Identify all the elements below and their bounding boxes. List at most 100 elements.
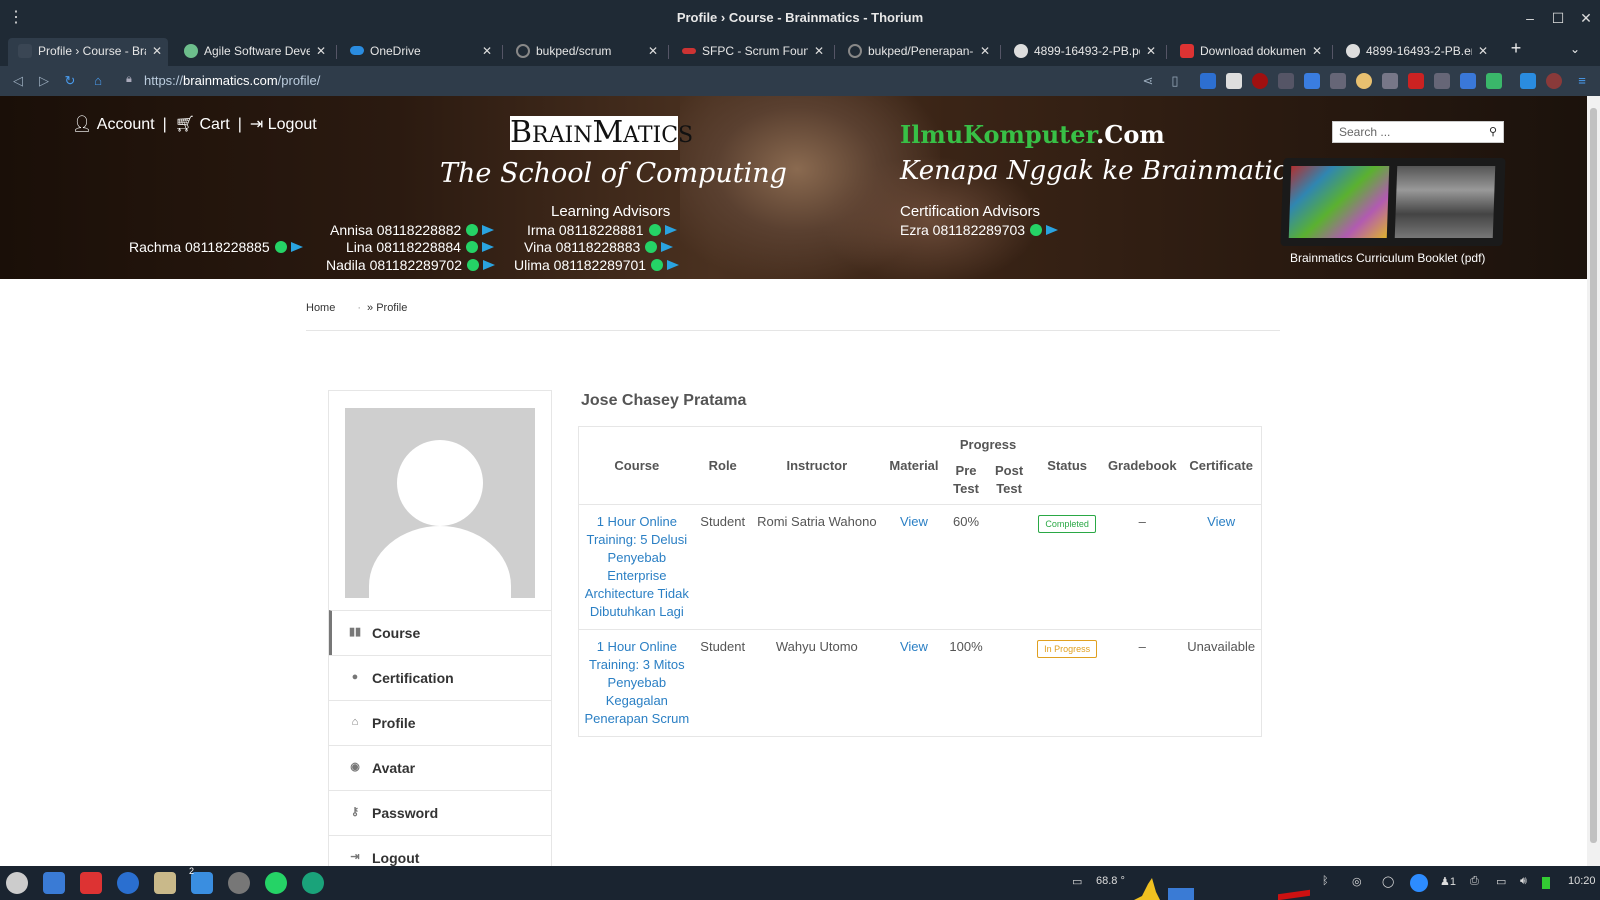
profile-avatar-icon[interactable] <box>1546 73 1562 89</box>
close-window-icon[interactable]: ✕ <box>1576 8 1596 28</box>
globe-icon <box>1014 44 1028 58</box>
search-icon[interactable]: ⚲ <box>1489 125 1497 138</box>
forward-icon[interactable]: ▷ <box>34 71 54 91</box>
sidebar-item-avatar[interactable]: ◉ Avatar <box>329 745 551 790</box>
lock-icon: 🔒︎ <box>126 73 132 85</box>
advisor-annisa: Annisa 08118228882 <box>330 222 495 238</box>
flask-icon[interactable] <box>1486 73 1502 89</box>
tab-profile-course[interactable]: Profile › Course - Brain ✕ <box>8 38 168 66</box>
certificate-icon: ● <box>351 671 359 683</box>
sidebar-item-password[interactable]: ⚷ Password <box>329 790 551 835</box>
header-course: Course <box>614 458 660 473</box>
globe-icon <box>1346 44 1360 58</box>
document-viewer-icon[interactable] <box>80 872 102 894</box>
close-tab-icon[interactable]: ✕ <box>1146 38 1156 64</box>
close-tab-icon[interactable]: ✕ <box>152 38 162 64</box>
new-tab-icon[interactable]: + <box>1506 38 1526 59</box>
avatar-body <box>369 526 511 598</box>
tab-list-chevron-icon[interactable]: ⌄ <box>1570 42 1580 56</box>
page-scrollbar[interactable] <box>1587 96 1600 866</box>
cart-link[interactable]: 🛒︎ Cart <box>175 114 230 134</box>
network-icon[interactable]: ◎ <box>1352 875 1362 888</box>
tab-sfpc[interactable]: SFPC - Scrum Foundatio ✕ <box>672 38 830 66</box>
account-link[interactable]: 👤︎ Account <box>72 114 155 134</box>
notification-icon[interactable]: ♟1 <box>1440 875 1456 888</box>
battery-icon[interactable] <box>1542 877 1550 889</box>
scrollbar-thumb[interactable] <box>1590 108 1597 843</box>
booklet-link[interactable]: Brainmatics Curriculum Booklet (pdf) <box>1290 251 1485 265</box>
header-pre-test: Pre Test <box>953 463 979 496</box>
header-progress: Progress <box>959 437 1017 452</box>
certificate-view-link[interactable]: View <box>1207 514 1235 529</box>
extension-icon[interactable] <box>1434 73 1450 89</box>
mendeley-icon[interactable] <box>1408 73 1424 89</box>
close-tab-icon[interactable]: ✕ <box>814 38 824 64</box>
maximize-icon[interactable]: ☐ <box>1548 8 1568 28</box>
home-icon[interactable]: ⌂ <box>88 71 108 91</box>
ublock-icon[interactable] <box>1252 73 1268 89</box>
sidebar-icon[interactable] <box>1520 73 1536 89</box>
volume-icon[interactable]: 🔊︎ <box>1520 875 1527 888</box>
tab-bukped-penerapan[interactable]: bukped/Penerapan-Met ✕ <box>838 38 996 66</box>
tab-pdf-1[interactable]: 4899-16493-2-PB.pdf ✕ <box>1004 38 1162 66</box>
telegram-icon <box>290 242 303 252</box>
tab-bukped-scrum[interactable]: bukped/scrum ✕ <box>506 38 664 66</box>
curriculum-booklet-image[interactable] <box>1280 158 1506 246</box>
launcher-icon[interactable] <box>6 872 28 894</box>
chat-app-icon[interactable]: 2 <box>189 866 213 894</box>
close-tab-icon[interactable]: ✕ <box>648 38 658 64</box>
header-gradebook: Gradebook <box>1107 458 1177 473</box>
translate-icon[interactable] <box>1304 73 1320 89</box>
files-icon[interactable] <box>154 872 176 894</box>
search-input[interactable]: Search ... ⚲ <box>1332 121 1504 143</box>
zoom-icon[interactable] <box>1410 874 1428 892</box>
tab-agile[interactable]: Agile Software Develop ✕ <box>174 38 332 66</box>
course-link[interactable]: 1 Hour Online Training: 5 Delusi Penyeba… <box>585 514 689 619</box>
sidebar-item-profile[interactable]: ⌂ Profile <box>329 700 551 745</box>
settings-icon[interactable] <box>228 872 250 894</box>
close-tab-icon[interactable]: ✕ <box>482 38 492 64</box>
reload-icon[interactable]: ↻ <box>60 71 80 91</box>
app-icon[interactable] <box>302 872 324 894</box>
back-icon[interactable]: ◁ <box>8 71 28 91</box>
tab-pdf-2[interactable]: 4899-16493-2-PB.en.id. ✕ <box>1336 38 1494 66</box>
material-view-link[interactable]: View <box>900 639 928 654</box>
monitor-icon[interactable]: ▭ <box>1072 875 1082 888</box>
printer-icon[interactable]: ⎙ <box>1470 875 1479 888</box>
sidebar-item-course[interactable]: ▮▮ Course <box>329 610 551 655</box>
learning-advisors-title: Learning Advisors <box>551 203 671 220</box>
bookmark-icon[interactable]: ▯ <box>1165 71 1185 91</box>
whatsapp-icon[interactable] <box>265 872 287 894</box>
extension-icon[interactable] <box>1356 73 1372 89</box>
extension-icon[interactable] <box>1330 73 1346 89</box>
minimize-icon[interactable]: – <box>1520 8 1540 28</box>
close-tab-icon[interactable]: ✕ <box>1312 38 1322 64</box>
breadcrumb-home[interactable]: Home <box>306 302 335 314</box>
whatsapp-tray-icon[interactable]: ◯ <box>1382 875 1394 888</box>
course-link[interactable]: 1 Hour Online Training: 3 Mitos Penyebab… <box>584 639 689 726</box>
brainmatics-logo[interactable]: BRAINMATICS <box>510 116 693 150</box>
logout-link[interactable]: ⇥ Logout <box>250 114 317 134</box>
close-tab-icon[interactable]: ✕ <box>316 38 326 64</box>
clock[interactable]: 10:20 <box>1568 875 1596 887</box>
browser-icon[interactable] <box>117 872 139 894</box>
tab-onedrive[interactable]: OneDrive ✕ <box>340 38 498 66</box>
file-manager-icon[interactable] <box>43 872 65 894</box>
extension-icon[interactable] <box>1200 73 1216 89</box>
menu-icon[interactable]: ≡ <box>1572 71 1592 91</box>
mute-icon[interactable] <box>1278 73 1294 89</box>
share-icon[interactable]: ⋖ <box>1138 71 1158 91</box>
material-view-link[interactable]: View <box>900 514 928 529</box>
extension-icon[interactable] <box>1382 73 1398 89</box>
extension-icon[interactable] <box>1226 73 1242 89</box>
bluetooth-icon[interactable]: ᛒ <box>1322 875 1329 887</box>
brainmatics-favicon-icon <box>18 44 32 58</box>
display-icon[interactable]: ▭ <box>1496 875 1506 888</box>
sidebar-item-certification[interactable]: ● Certification <box>329 655 551 700</box>
close-tab-icon[interactable]: ✕ <box>980 38 990 64</box>
close-tab-icon[interactable]: ✕ <box>1478 38 1488 64</box>
puzzle-icon[interactable] <box>1460 73 1476 89</box>
tab-download-dokumen[interactable]: Download dokumen ter ✕ <box>1170 38 1328 66</box>
ilmukomputer-logo[interactable]: IlmuKomputer.Com <box>900 120 1165 149</box>
address-bar[interactable]: 🔒︎ https://brainmatics.com/profile/ <box>118 69 1186 93</box>
